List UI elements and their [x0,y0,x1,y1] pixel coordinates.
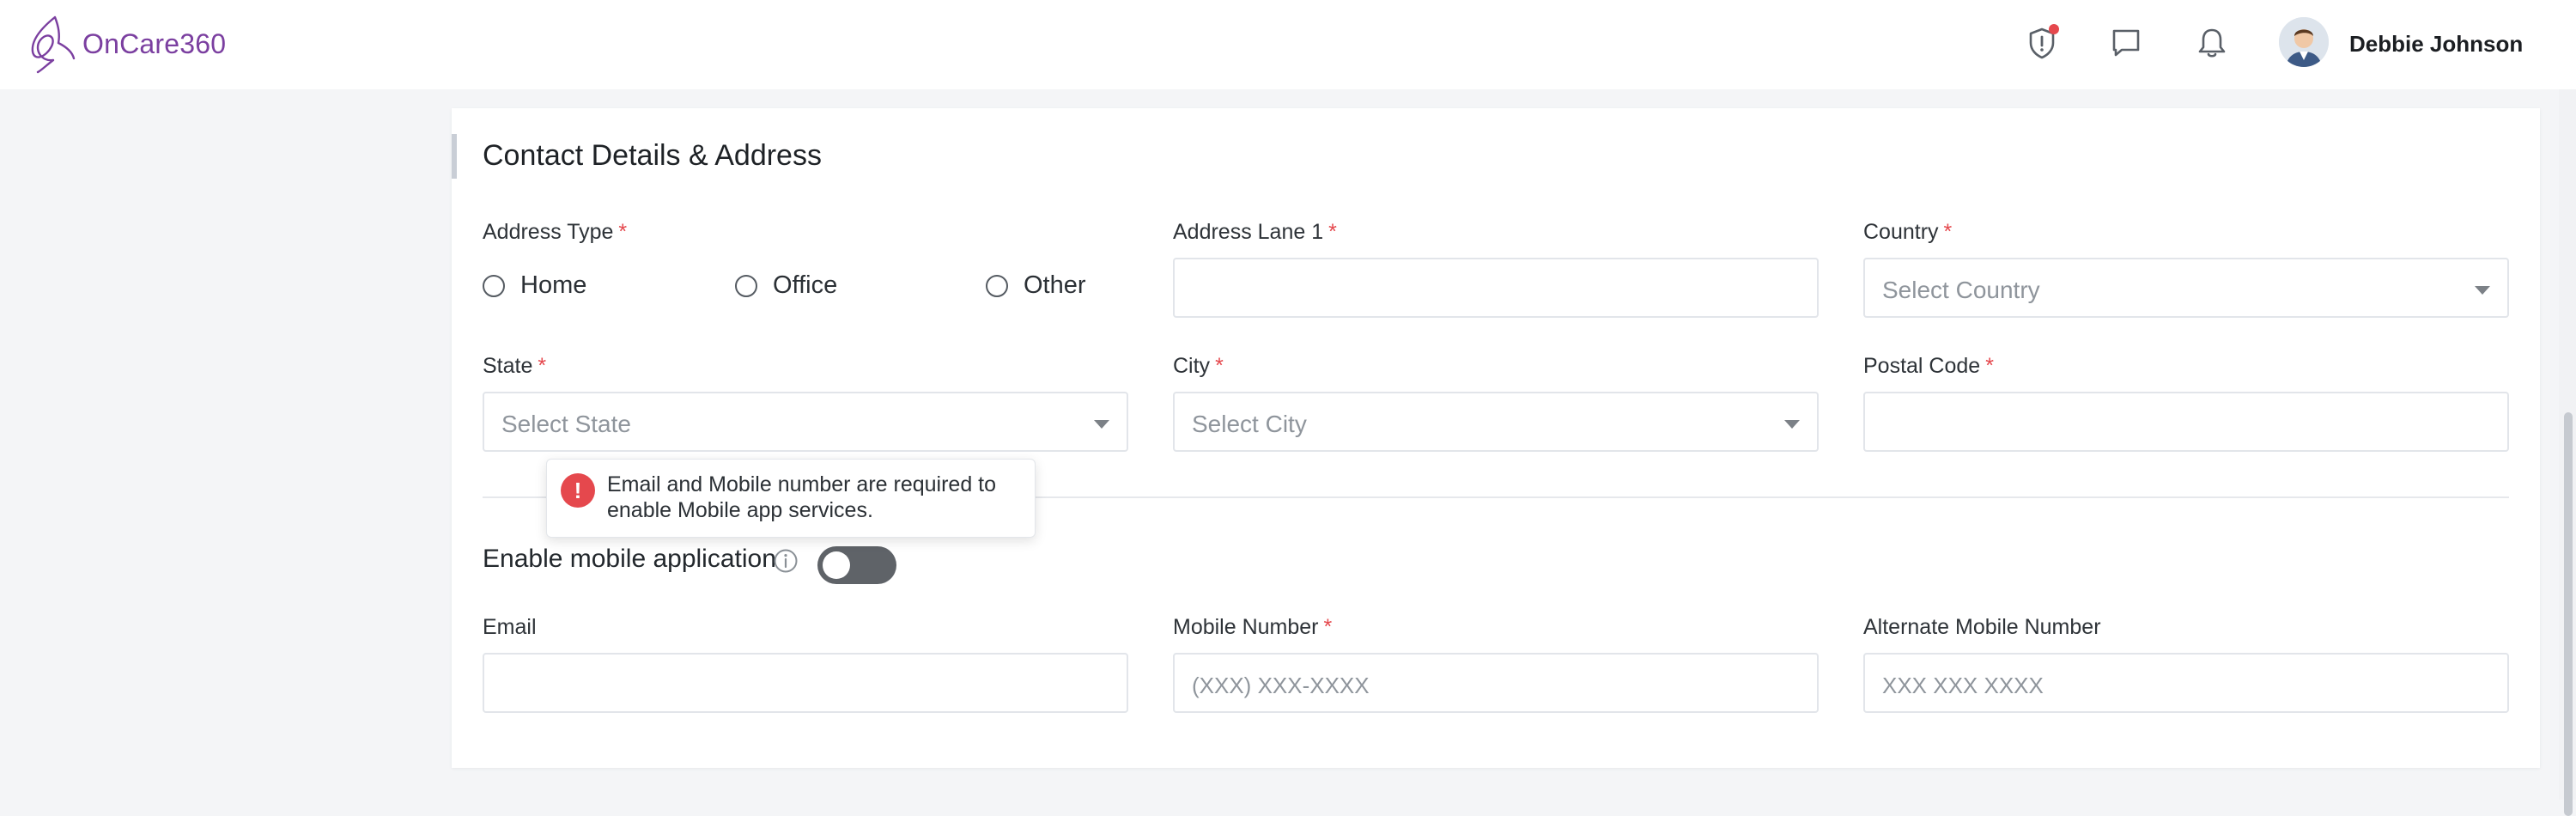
country-label: Country * [1863,220,1953,244]
city-select[interactable]: Select City [1173,392,1819,452]
info-icon[interactable] [773,548,799,574]
toggle-knob [823,551,850,579]
postal-code-label: Postal Code * [1863,354,1994,378]
address-lane1-label: Address Lane 1 * [1173,220,1337,244]
contact-details-card: Contact Details & Address Address Type * … [452,108,2540,768]
user-name[interactable]: Debbie Johnson [2349,31,2523,58]
email-label: Email [483,615,537,639]
radio-circle[interactable] [986,274,1008,297]
radio-circle[interactable] [483,274,505,297]
radio-home[interactable]: Home [483,271,586,300]
radio-office[interactable]: Office [735,271,837,300]
notification-dot [2049,24,2059,34]
address-type-label: Address Type * [483,220,628,244]
required-asterisk: * [1323,615,1333,639]
radio-circle[interactable] [735,274,757,297]
tooltip-text: Email and Mobile number are required to … [607,472,997,522]
city-placeholder: Select City [1192,411,1307,437]
alt-mobile-input[interactable]: XXX XXX XXXX [1863,653,2509,713]
city-label: City * [1173,354,1224,378]
error-icon: ! [561,473,595,508]
state-select[interactable]: Select State [483,392,1128,452]
required-asterisk: * [618,220,628,244]
avatar-icon [2279,17,2329,67]
chevron-down-icon [1784,420,1800,429]
radio-label: Office [773,271,838,299]
mobile-app-requirement-tooltip: ! Email and Mobile number are required t… [546,459,1036,538]
logo-text: OnCare360 [82,27,227,59]
required-asterisk: * [1943,220,1953,244]
alt-mobile-label: Alternate Mobile Number [1863,615,2101,639]
messages-button[interactable] [2105,22,2147,64]
required-asterisk: * [1985,354,1994,378]
mobile-number-placeholder: (XXX) XXX-XXXX [1192,673,1370,698]
radio-label: Other [1024,271,1086,299]
top-bar: OnCare360 Debbie Johnson [0,0,2576,89]
section-title: Contact Details & Address [483,139,822,172]
app-logo[interactable]: OnCare360 [21,12,226,76]
page-scrollbar[interactable] [2559,89,2576,816]
address-lane1-input[interactable] [1173,258,1819,318]
chevron-down-icon [2475,286,2490,295]
country-select[interactable]: Select Country [1863,258,2509,318]
postal-code-input[interactable] [1863,392,2509,452]
scrollbar-thumb[interactable] [2564,412,2573,816]
logo-swirl-icon [31,15,76,74]
radio-label: Home [520,271,587,299]
enable-mobile-app-toggle[interactable] [817,546,896,584]
section-accent-bar [452,134,457,179]
country-placeholder: Select Country [1882,277,2040,303]
state-placeholder: Select State [501,411,631,437]
user-avatar[interactable] [2279,17,2329,67]
required-asterisk: * [538,354,547,378]
alt-mobile-placeholder: XXX XXX XXXX [1882,673,2044,698]
required-asterisk: * [1328,220,1337,244]
state-label: State * [483,354,547,378]
security-alert-button[interactable] [2021,22,2063,64]
radio-other[interactable]: Other [986,271,1086,300]
enable-mobile-app-label: Enable mobile application [483,545,776,573]
bell-icon [2198,28,2226,58]
chevron-down-icon [1094,420,1109,429]
chat-icon [2112,29,2140,57]
mobile-number-input[interactable]: (XXX) XXX-XXXX [1173,653,1819,713]
required-asterisk: * [1215,354,1224,378]
notifications-button[interactable] [2191,22,2233,64]
mobile-number-label: Mobile Number * [1173,615,1333,639]
email-field[interactable] [483,653,1128,713]
